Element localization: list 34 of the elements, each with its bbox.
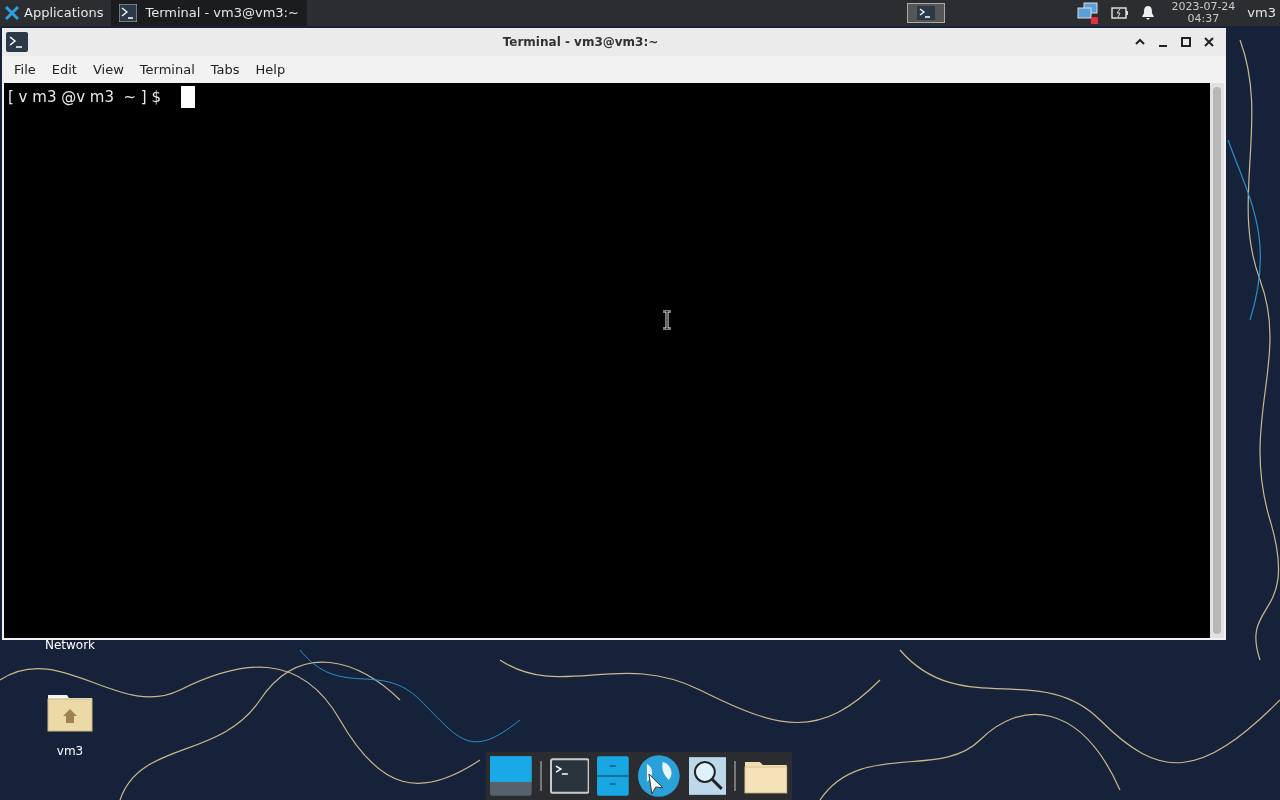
menu-item[interactable]: Terminal [131, 59, 203, 80]
clock-time: 04:37 [1187, 13, 1220, 25]
network-error-icon[interactable] [1077, 2, 1100, 24]
terminal-icon [917, 6, 936, 20]
clock-date: 2023-07-24 [1171, 1, 1236, 13]
menu-item[interactable]: View [84, 59, 132, 80]
taskbar-button[interactable]: Terminal - vm3@vm3:~ [111, 0, 307, 26]
file-cabinet-icon[interactable] [597, 756, 630, 796]
terminal-icon [119, 4, 138, 22]
window-title: Terminal - vm3@vm3:~ [501, 34, 660, 51]
logo-icon[interactable] [4, 5, 20, 21]
home-folder-icon[interactable] [47, 692, 93, 732]
desktop-icon-label[interactable]: Network [30, 636, 110, 654]
scrollbar[interactable] [1210, 83, 1224, 638]
terminal-area[interactable]: [ v m3 @v m3 ~ ] $ [4, 83, 1210, 638]
menu-item[interactable]: File [6, 59, 44, 80]
menu-item[interactable]: Tabs [202, 59, 248, 80]
bell-icon[interactable] [1141, 5, 1156, 21]
battery-icon[interactable] [1111, 7, 1130, 19]
desktop-icon-label[interactable]: vm3 [56, 742, 84, 760]
applications-menu[interactable]: Applications [24, 3, 104, 23]
terminal-icon[interactable] [549, 758, 590, 794]
desktop-icon[interactable] [490, 756, 532, 796]
maximize-icon[interactable] [1179, 35, 1193, 49]
shell-prompt: [ v m3 @v m3 ~ ] $ [8, 87, 162, 108]
terminal-icon [6, 32, 28, 52]
text-cursor-pointer-icon [662, 310, 672, 330]
text-cursor [181, 86, 196, 108]
menu-item[interactable]: Help [247, 59, 294, 80]
close-icon[interactable] [1202, 35, 1216, 49]
workspace-switcher[interactable] [907, 3, 946, 23]
menu-item[interactable]: Edit [43, 59, 85, 80]
user-name[interactable]: vm3 [1247, 3, 1276, 23]
search-icon[interactable] [688, 757, 727, 795]
